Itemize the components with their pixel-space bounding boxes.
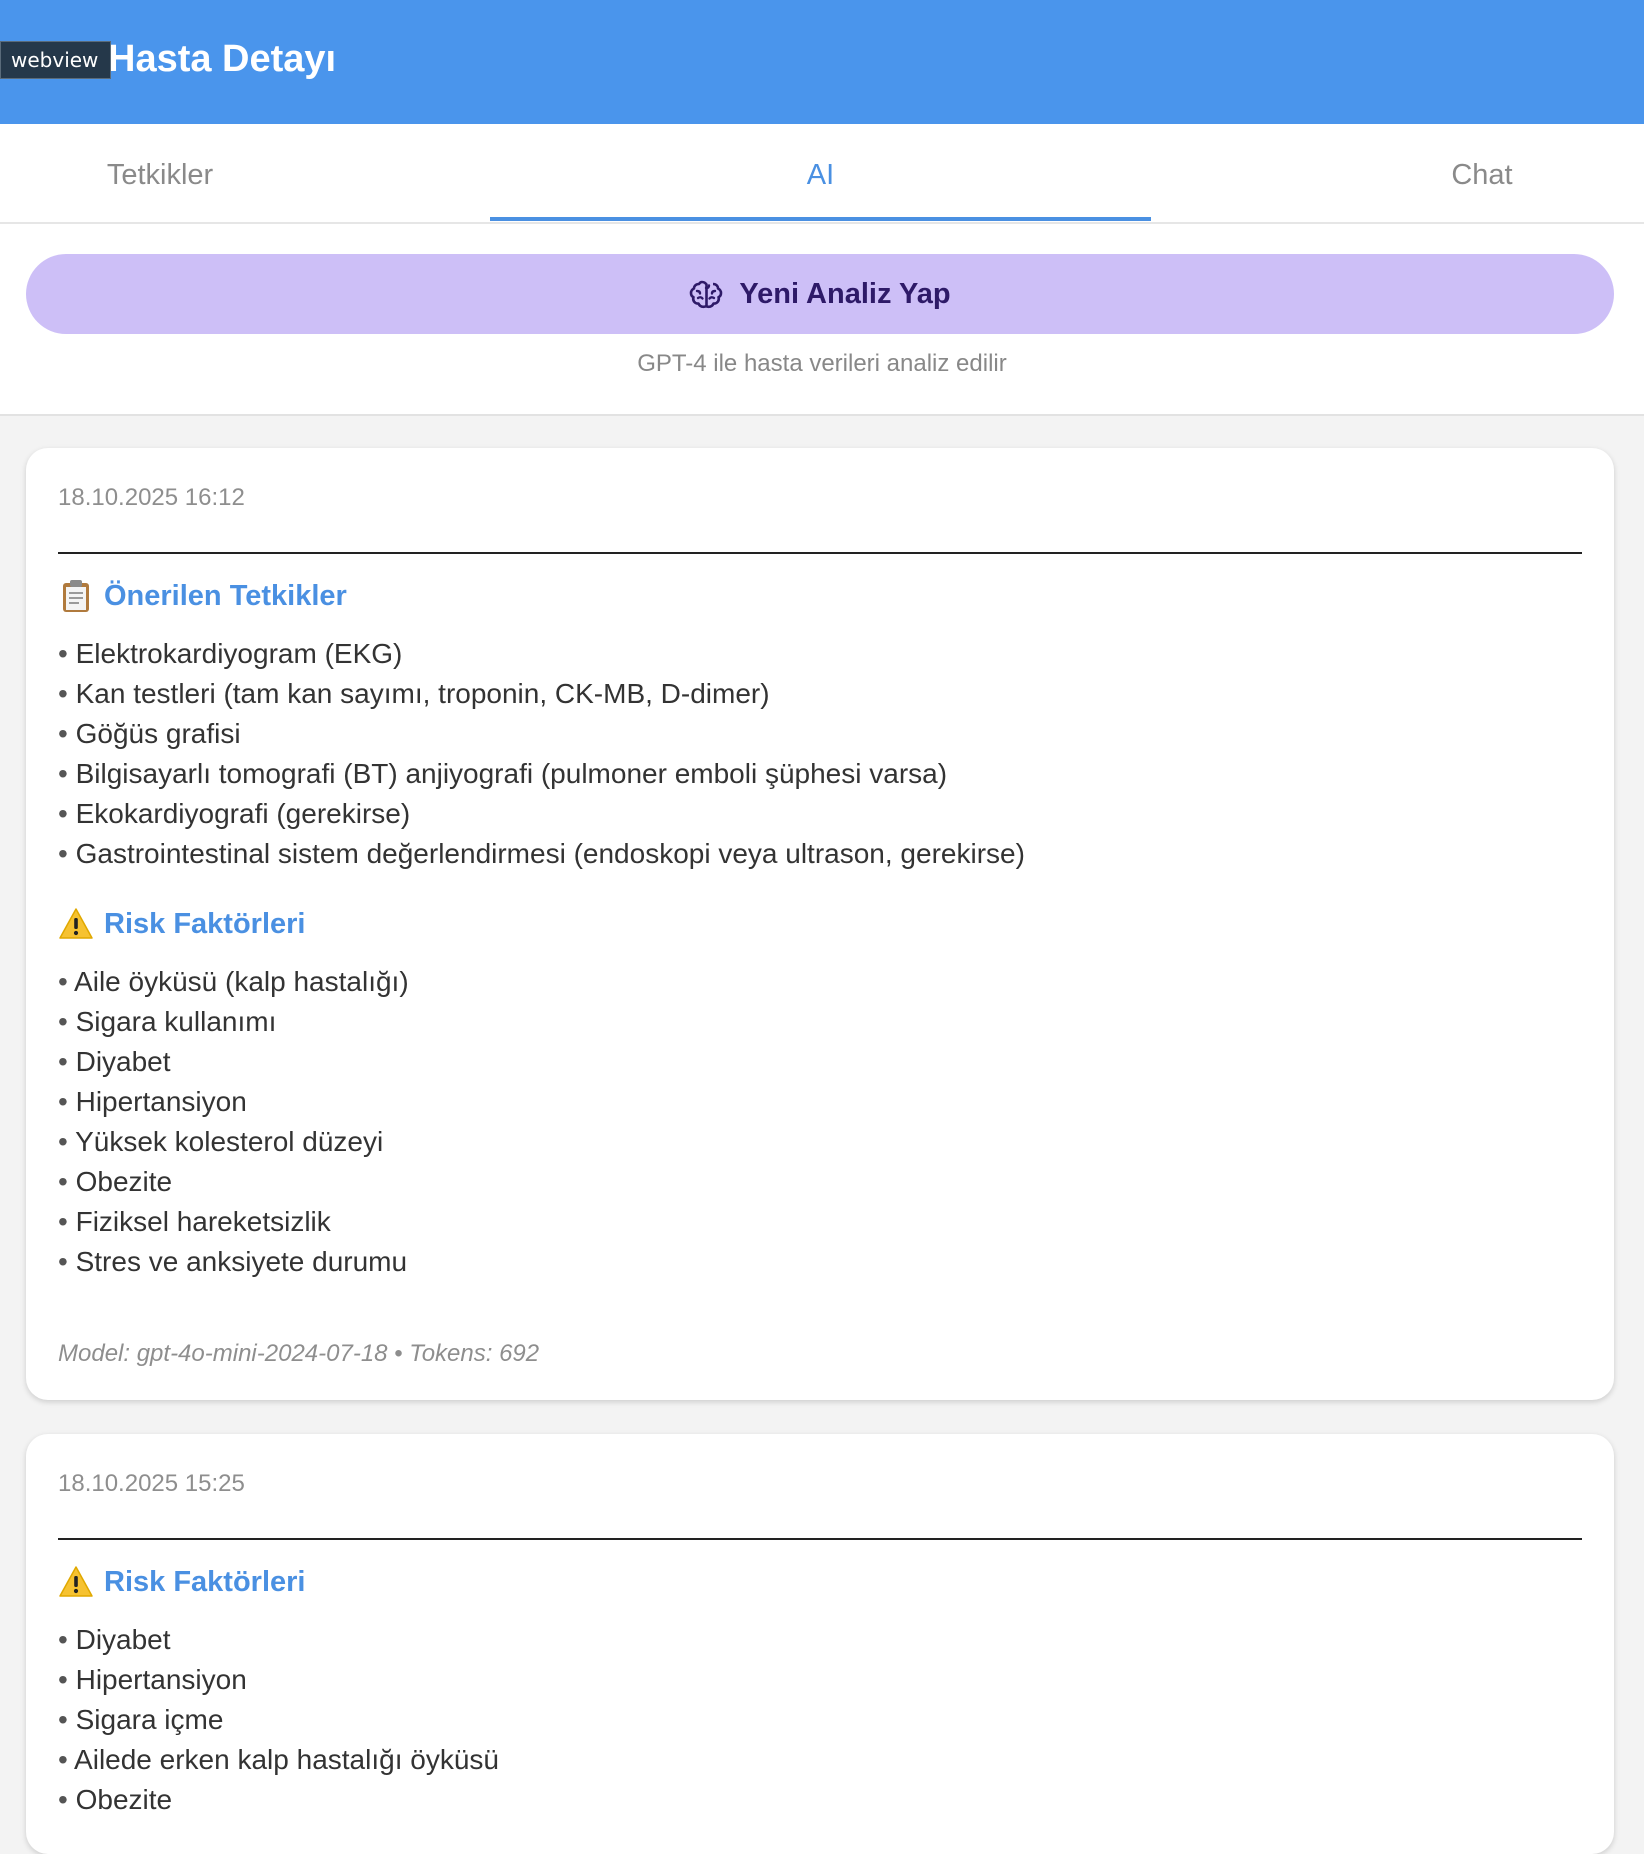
section-title-label: Önerilen Tetkikler [104,579,347,612]
analysis-card: 18.10.2025 15:25 Risk Faktörleri Diyabet… [26,1434,1614,1854]
section-title: Risk Faktörleri [58,1564,305,1600]
list-item: Fiziksel hareketsizlik [58,1202,409,1242]
section-title-label: Risk Faktörleri [104,1565,306,1598]
analysis-date: 18.10.2025 15:25 [58,1470,245,1497]
page-title: Hasta Detayı [108,38,337,80]
analysis-action-area: Yeni Analiz Yap GPT-4 ile hasta verileri… [0,224,1644,416]
list-item: Aile öyküsü (kalp hastalığı) [58,962,409,1002]
list-item: Bilgisayarlı tomografi (BT) anjiyografi … [58,754,1025,794]
risk-factors-list: Diyabet Hipertansiyon Sigara içme Ailede… [58,1620,499,1820]
list-item: Stres ve anksiyete durumu [58,1242,409,1282]
card-divider [58,1538,1582,1540]
tab-tetkikler[interactable]: Tetkikler [0,124,320,222]
list-item: Hipertansiyon [58,1082,409,1122]
risk-factors-list: Aile öyküsü (kalp hastalığı) Sigara kull… [58,962,409,1282]
analysis-meta: Model: gpt-4o-mini-2024-07-18 • Tokens: … [58,1340,540,1367]
list-item: Sigara içme [58,1700,499,1740]
list-item: Obezite [58,1162,409,1202]
list-item: Diyabet [58,1042,409,1082]
analysis-card: 18.10.2025 16:12 Önerilen Tetkikler Elek… [26,448,1614,1400]
webview-badge: webview [0,41,112,79]
section-title: Önerilen Tetkikler [58,578,347,614]
list-item: Hipertansiyon [58,1660,499,1700]
card-divider [58,552,1582,554]
list-item: Sigara kullanımı [58,1002,409,1042]
brain-icon [690,280,723,309]
analysis-date: 18.10.2025 16:12 [58,484,245,511]
app-header: Hasta Detayı [0,0,1644,124]
analysis-note: GPT-4 ile hasta verileri analiz edilir [637,350,1007,377]
list-item: Yüksek kolesterol düzeyi [58,1122,409,1162]
list-item: Ekokardiyografi (gerekirse) [58,794,1025,834]
active-tab-indicator [490,217,1151,221]
list-item: Gastrointestinal sistem değerlendirmesi … [58,834,1025,874]
new-analysis-button-label: Yeni Analiz Yap [739,277,951,310]
list-item: Elektrokardiyogram (EKG) [58,634,1025,674]
list-item: Diyabet [58,1620,499,1660]
clipboard-icon [63,580,89,612]
list-item: Göğüs grafisi [58,714,1025,754]
tab-ai[interactable]: AI [490,124,1151,222]
warning-icon [59,908,93,939]
new-analysis-button[interactable]: Yeni Analiz Yap [26,254,1614,334]
list-item: Obezite [58,1780,499,1820]
tab-chat[interactable]: Chat [1320,124,1644,222]
section-title-label: Risk Faktörleri [104,907,306,940]
list-item: Ailede erken kalp hastalığı öyküsü [58,1740,499,1780]
tab-bar: Tetkikler AI Chat [0,124,1644,224]
list-item: Kan testleri (tam kan sayımı, troponin, … [58,674,1025,714]
section-title: Risk Faktörleri [58,906,305,942]
suggested-tests-list: Elektrokardiyogram (EKG) Kan testleri (t… [58,634,1025,874]
warning-icon [59,1566,93,1597]
